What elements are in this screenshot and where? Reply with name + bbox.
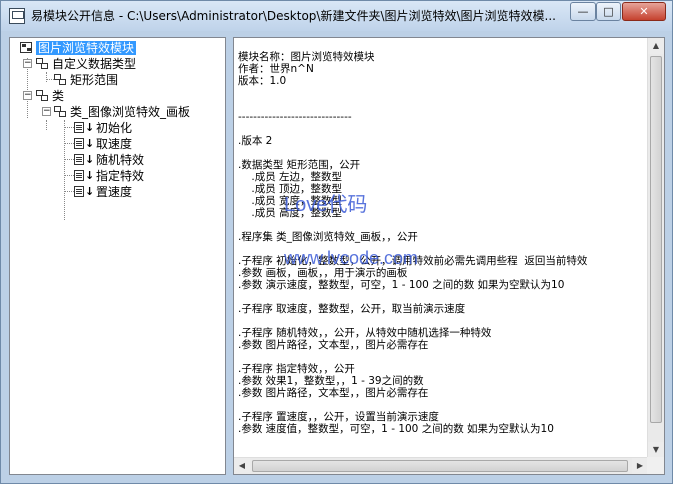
- text-line: .子程序 初始化，整数型，公开，调用特效前必需先调用些程 返回当前特效: [238, 255, 588, 267]
- tree-node-label: 自定义数据类型: [52, 57, 137, 71]
- text-line: .参数 图片路径，文本型，，图片必需存在: [238, 339, 429, 351]
- text-line: .参数 演示速度，整数型，可空，1 - 100 之间的数 如果为空默认为10: [238, 279, 565, 291]
- text-line: .子程序 置速度，，公开，设置当前演示速度: [238, 411, 439, 423]
- text-line: .成员 顶边，整数型: [238, 183, 343, 195]
- title-bar[interactable]: 易模块公开信息 - C:\Users\Administrator\Desktop…: [1, 1, 672, 31]
- text-line: .版本 2: [238, 135, 273, 147]
- scroll-down-icon[interactable]: ▼: [648, 442, 664, 458]
- method-icon: [74, 186, 84, 197]
- tree-node-method[interactable]: ↓ 置速度: [74, 184, 134, 200]
- vertical-scrollbar[interactable]: ▲ ▼: [647, 38, 664, 458]
- text-line: .子程序 取速度，整数型，公开，取当前演示速度: [238, 303, 466, 315]
- method-icon: [74, 122, 84, 133]
- tree-node-label: 类_图像浏览特效_画板: [70, 105, 191, 119]
- window-title: 易模块公开信息 - C:\Users\Administrator\Desktop…: [31, 9, 556, 23]
- tree-node-rect[interactable]: 矩形范围: [54, 72, 120, 88]
- method-icon: [74, 154, 84, 165]
- collapse-toggle[interactable]: −: [23, 59, 32, 68]
- arrow-down-icon: ↓: [85, 137, 95, 150]
- tree-node-method[interactable]: ↓ 随机特效: [74, 152, 146, 168]
- tree-line: [64, 175, 74, 176]
- tree-line: [46, 72, 47, 82]
- tree-line: [64, 127, 74, 128]
- method-icon: [74, 170, 84, 181]
- tree-node-class-group[interactable]: 类: [36, 88, 66, 104]
- text-line: ------------------------------: [238, 111, 352, 123]
- scroll-up-icon[interactable]: ▲: [648, 38, 664, 54]
- tree-node-method[interactable]: ↓ 初始化: [74, 120, 134, 136]
- app-icon: [9, 8, 25, 24]
- tree-node-method[interactable]: ↓ 取速度: [74, 136, 134, 152]
- tree-node-label: 随机特效: [96, 153, 145, 167]
- collapse-toggle[interactable]: −: [23, 91, 32, 100]
- tree-line: [64, 143, 74, 144]
- scroll-thumb[interactable]: [650, 56, 662, 423]
- scroll-right-icon[interactable]: ▶: [632, 458, 648, 474]
- arrow-down-icon: ↓: [85, 121, 95, 134]
- scroll-left-icon[interactable]: ◀: [234, 458, 250, 474]
- method-icon: [74, 138, 84, 149]
- tree-node-method[interactable]: ↓ 指定特效: [74, 168, 146, 184]
- text-line: 作者：世界n^N: [238, 63, 314, 75]
- tree-line: [46, 120, 47, 130]
- collapse-toggle[interactable]: −: [42, 107, 51, 116]
- text-line: .参数 画板，画板，，用于演示的画板: [238, 267, 408, 279]
- tree-line: [64, 159, 74, 160]
- tree-node-label: 指定特效: [96, 169, 145, 183]
- module-tree[interactable]: 图片浏览特效模块 − 自定义数据类型 矩形范围 − 类 − 类_图像浏览特效_画…: [9, 37, 226, 475]
- text-line: .数据类型 矩形范围，公开: [238, 159, 361, 171]
- tree-node-root[interactable]: 图片浏览特效模块: [20, 40, 137, 56]
- module-info-text[interactable]: 模块名称：图片浏览特效模块 作者：世界n^N 版本：1.0 -------------…: [233, 37, 665, 475]
- tree-node-label: 初始化: [96, 121, 133, 135]
- module-icon: [20, 42, 32, 53]
- tree-line: [64, 120, 65, 220]
- type-icon: [54, 74, 66, 85]
- class-icon: [54, 106, 66, 117]
- arrow-down-icon: ↓: [85, 185, 95, 198]
- text-line: 模块名称：图片浏览特效模块: [238, 51, 375, 63]
- minimize-button[interactable]: —: [570, 2, 596, 21]
- text-line: .成员 高度，整数型: [238, 207, 343, 219]
- close-button[interactable]: ✕: [622, 2, 666, 21]
- text-line: .参数 速度值，整数型，可空，1 - 100 之间的数 如果为空默认为10: [238, 423, 554, 435]
- class-icon: [36, 90, 48, 101]
- scroll-thumb[interactable]: [252, 460, 628, 472]
- horizontal-scrollbar[interactable]: ◀ ▶: [234, 457, 648, 474]
- text-line: .成员 宽度，整数型: [238, 195, 343, 207]
- tree-node-label: 类: [52, 89, 65, 103]
- maximize-button[interactable]: □: [596, 2, 621, 21]
- text-line: .参数 效果1，整数型，，1 - 39之间的数: [238, 375, 424, 387]
- text-line: .参数 图片路径，文本型，，图片必需存在: [238, 387, 429, 399]
- arrow-down-icon: ↓: [85, 169, 95, 182]
- tree-node-label: 图片浏览特效模块: [36, 41, 137, 55]
- tree-node-label: 矩形范围: [70, 73, 119, 87]
- type-icon: [36, 58, 48, 69]
- tree-node-label: 置速度: [96, 185, 133, 199]
- tree-line: [64, 191, 74, 192]
- tree-node-label: 取速度: [96, 137, 133, 151]
- text-line: .子程序 指定特效，，公开: [238, 363, 355, 375]
- text-line: 版本：1.0: [238, 75, 287, 87]
- tree-node-custom-types[interactable]: 自定义数据类型: [36, 56, 138, 72]
- text-line: .子程序 随机特效，，公开，从特效中随机选择一种特效: [238, 327, 492, 339]
- tree-node-class[interactable]: 类_图像浏览特效_画板: [54, 104, 192, 120]
- text-line: .成员 左边，整数型: [238, 171, 343, 183]
- scroll-corner: [647, 457, 664, 474]
- text-line: .程序集 类_图像浏览特效_画板，，公开: [238, 231, 418, 243]
- arrow-down-icon: ↓: [85, 153, 95, 166]
